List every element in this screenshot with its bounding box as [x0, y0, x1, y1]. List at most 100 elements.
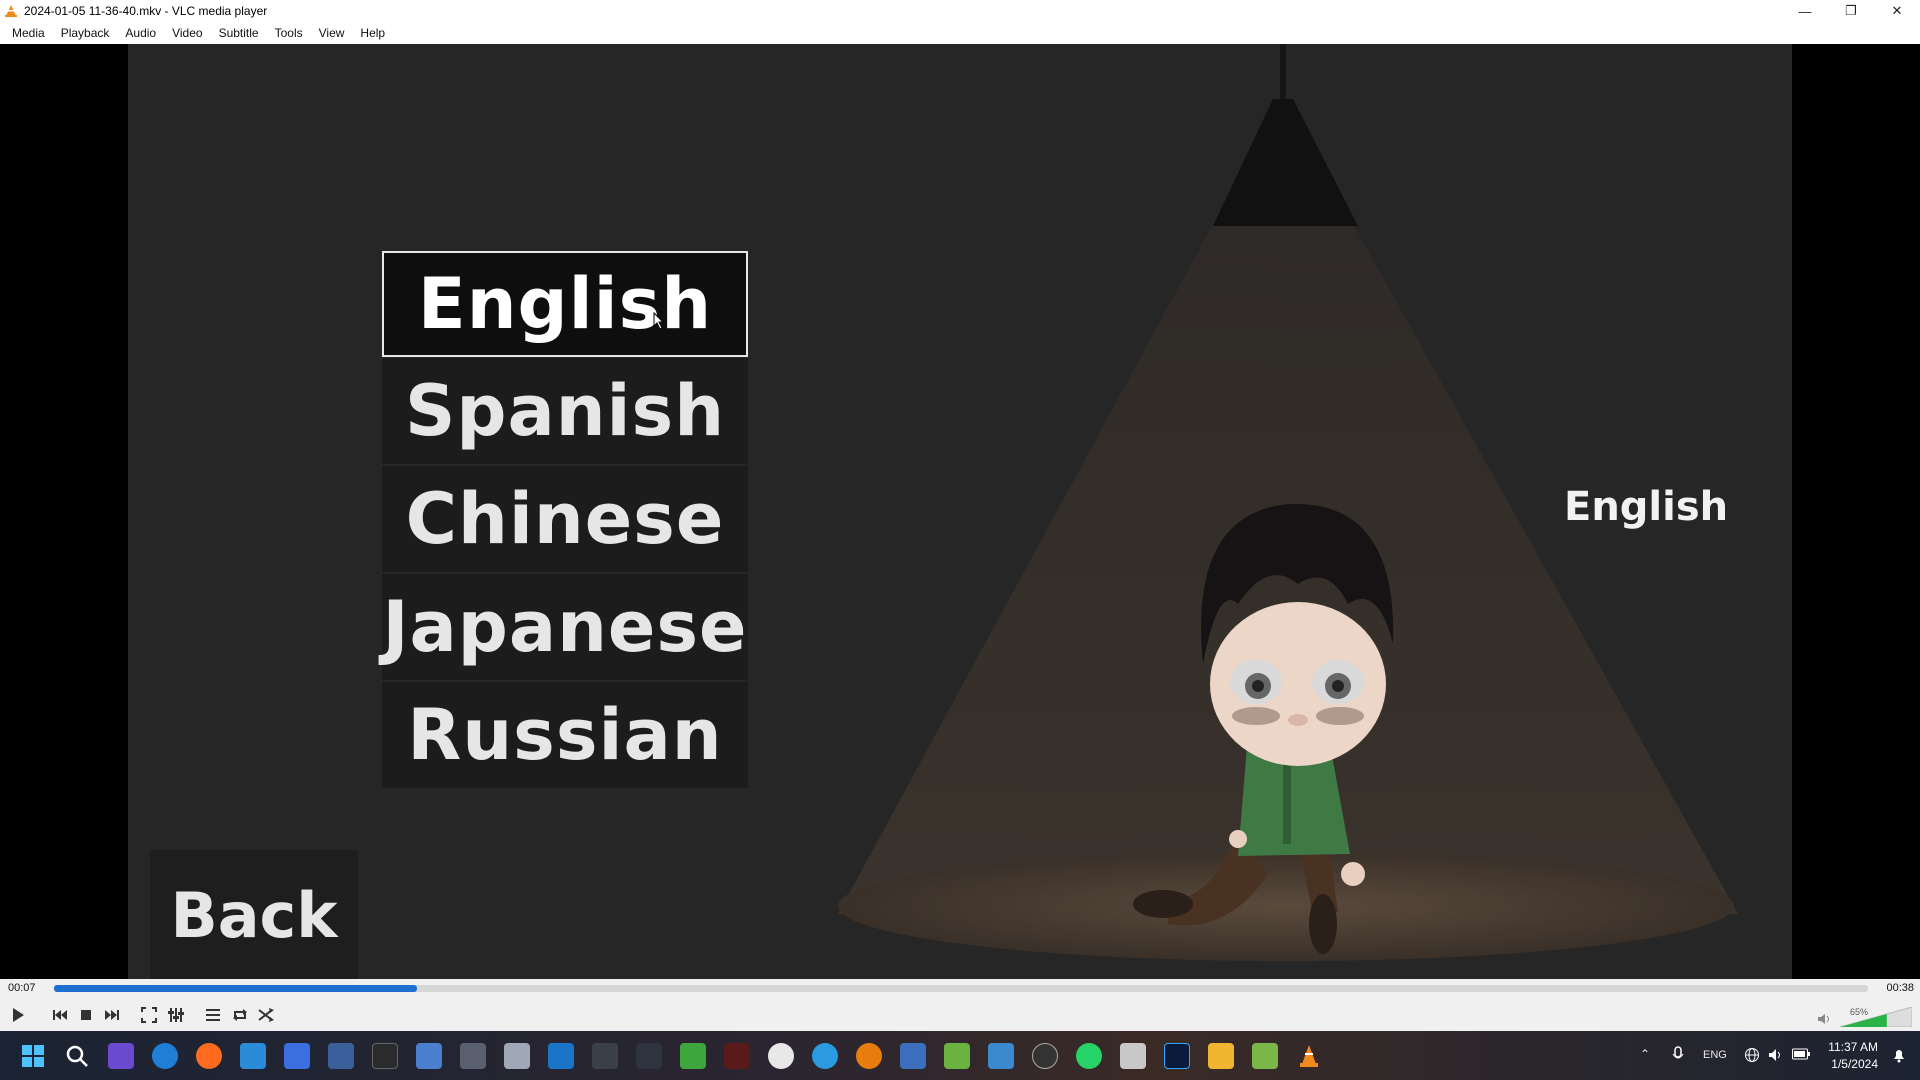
taskbar-app-store-icon[interactable]: [548, 1043, 574, 1069]
menu-playback[interactable]: Playback: [53, 22, 118, 44]
video-area[interactable]: English Spanish Chinese Japanese Russian…: [0, 44, 1920, 979]
stop-button[interactable]: [76, 1005, 96, 1025]
language-option-chinese[interactable]: Chinese: [382, 466, 748, 572]
taskbar-app-notepad-icon[interactable]: [328, 1043, 354, 1069]
seek-slider[interactable]: [54, 985, 1868, 992]
menu-subtitle[interactable]: Subtitle: [211, 22, 267, 44]
language-option-japanese[interactable]: Japanese: [382, 574, 748, 680]
taskbar-app-minecraft-icon[interactable]: [680, 1043, 706, 1069]
menu-tools[interactable]: Tools: [267, 22, 311, 44]
volume-tray-icon[interactable]: [1768, 1047, 1784, 1063]
playlist-icon: [206, 1009, 220, 1021]
close-button[interactable]: ✕: [1874, 0, 1920, 22]
taskbar-app-game-icon[interactable]: [724, 1043, 750, 1069]
taskbar-app-obs-icon[interactable]: [1032, 1043, 1058, 1069]
mouse-cursor-icon: [653, 312, 665, 330]
taskbar-app-edge-icon[interactable]: [152, 1043, 178, 1069]
taskbar-app-tools-icon[interactable]: [636, 1043, 662, 1069]
restore-button[interactable]: ❐: [1828, 0, 1874, 22]
taskbar-app-photoshop-icon[interactable]: [1164, 1043, 1190, 1069]
clock-time[interactable]: 11:37 AM: [1828, 1040, 1878, 1054]
elapsed-time: 00:07: [8, 982, 36, 994]
taskbar-app-inkscape-icon[interactable]: [768, 1043, 794, 1069]
taskbar-app-teams-icon[interactable]: [284, 1043, 310, 1069]
current-language-label: English: [1564, 484, 1729, 530]
taskbar-app-terminal-icon[interactable]: [372, 1043, 398, 1069]
network-globe-icon[interactable]: [1744, 1047, 1760, 1063]
vlc-cone-icon: [1300, 1045, 1318, 1067]
taskbar-app-godot-icon[interactable]: [416, 1043, 442, 1069]
menu-view[interactable]: View: [311, 22, 353, 44]
language-option-english[interactable]: English: [382, 251, 748, 357]
stop-icon: [81, 1010, 91, 1020]
vlc-cone-icon: [5, 5, 17, 17]
tray-language-indicator[interactable]: ENG: [1703, 1049, 1727, 1061]
menu-audio[interactable]: Audio: [117, 22, 164, 44]
taskbar-app-vscode-icon[interactable]: [240, 1043, 266, 1069]
loop-button[interactable]: [230, 1005, 250, 1025]
shuffle-button[interactable]: [256, 1005, 276, 1025]
search-icon: [66, 1045, 88, 1067]
title-bar: 2024-01-05 11-36-40.mkv - VLC media play…: [0, 0, 1920, 22]
start-button[interactable]: [20, 1043, 46, 1069]
play-button[interactable]: [8, 1005, 28, 1025]
minimize-button[interactable]: —: [1782, 0, 1828, 22]
windows-logo-icon: [22, 1045, 44, 1067]
playlist-button[interactable]: [203, 1005, 223, 1025]
fullscreen-button[interactable]: [139, 1005, 159, 1025]
taskbar-app-discord-icon[interactable]: [1120, 1043, 1146, 1069]
skip-forward-icon: [105, 1010, 119, 1020]
taskbar-app-visual-studio-icon[interactable]: [900, 1043, 926, 1069]
back-button[interactable]: Back: [150, 850, 358, 979]
floor-light: [838, 851, 1734, 961]
notification-bell-icon[interactable]: [1892, 1047, 1906, 1063]
tray-overflow-chevron-icon[interactable]: ⌃: [1640, 1047, 1650, 1061]
fullscreen-icon: [141, 1007, 157, 1023]
microphone-icon[interactable]: [1672, 1046, 1684, 1064]
seek-progress-fill: [54, 985, 417, 992]
equalizer-icon: [168, 1008, 184, 1022]
taskbar-app-whatsapp-icon[interactable]: [1076, 1043, 1102, 1069]
taskbar-app-notepadpp-icon[interactable]: [1252, 1043, 1278, 1069]
extended-settings-button[interactable]: [166, 1005, 186, 1025]
taskbar-app-file-explorer-icon[interactable]: [1208, 1043, 1234, 1069]
taskbar-app-3d-box-icon[interactable]: [460, 1043, 486, 1069]
language-option-spanish[interactable]: Spanish: [382, 358, 748, 464]
taskbar-app-download-icon[interactable]: [988, 1043, 1014, 1069]
skip-back-icon: [53, 1010, 67, 1020]
mute-button[interactable]: [1814, 1009, 1834, 1029]
taskbar-app-cloud-icon[interactable]: [504, 1043, 530, 1069]
total-time: 00:38: [1886, 982, 1914, 994]
taskbar-app-android-studio-icon[interactable]: [944, 1043, 970, 1069]
clock-date[interactable]: 1/5/2024: [1831, 1057, 1878, 1071]
menu-help[interactable]: Help: [352, 22, 393, 44]
menu-video[interactable]: Video: [164, 22, 210, 44]
menu-bar: Media Playback Audio Video Subtitle Tool…: [0, 22, 1920, 44]
restore-icon: ❐: [1845, 3, 1857, 18]
taskbar-app-firefox-icon[interactable]: [196, 1043, 222, 1069]
taskbar-app-unity-icon[interactable]: [592, 1043, 618, 1069]
playback-controls: 65%: [0, 999, 1920, 1031]
taskbar-app-copilot-icon[interactable]: [108, 1043, 134, 1069]
next-button[interactable]: [102, 1005, 122, 1025]
close-icon: ✕: [1891, 3, 1903, 18]
loop-icon: [233, 1009, 247, 1021]
game-scene: English Spanish Chinese Japanese Russian…: [128, 44, 1792, 979]
lamp-cord: [1280, 44, 1286, 104]
taskbar-app-telegram-icon[interactable]: [812, 1043, 838, 1069]
search-button[interactable]: [64, 1043, 90, 1069]
speaker-icon: [1818, 1014, 1829, 1024]
minimize-icon: —: [1798, 3, 1812, 19]
volume-slider[interactable]: [1840, 1007, 1912, 1027]
previous-button[interactable]: [50, 1005, 70, 1025]
battery-icon[interactable]: [1792, 1048, 1810, 1060]
language-option-russian[interactable]: Russian: [382, 682, 748, 788]
shuffle-icon: [258, 1008, 274, 1022]
window-title: 2024-01-05 11-36-40.mkv - VLC media play…: [24, 4, 268, 18]
volume-level-fill: [1840, 1014, 1887, 1027]
taskbar-app-vlc-icon[interactable]: [1296, 1043, 1322, 1069]
seek-bar-row: 00:07 00:38: [0, 979, 1920, 999]
menu-media[interactable]: Media: [4, 22, 53, 44]
taskbar-app-blender-icon[interactable]: [856, 1043, 882, 1069]
taskbar: ⌃ ENG 11:37 AM 1/5/2024: [0, 1031, 1920, 1080]
